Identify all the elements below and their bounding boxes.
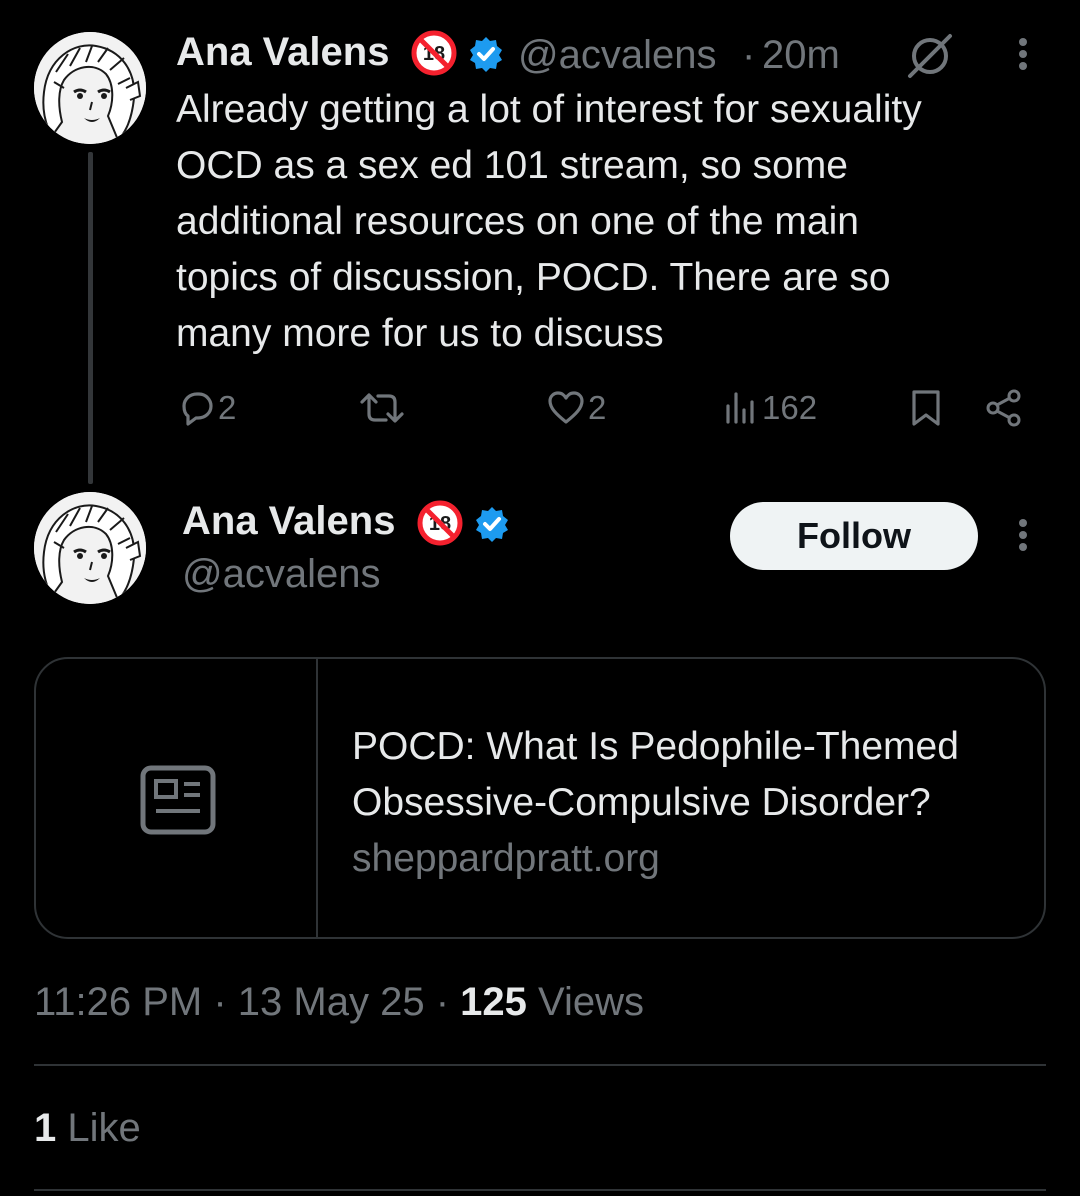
grok-icon[interactable] — [904, 30, 956, 87]
avatar[interactable] — [34, 32, 146, 144]
separator-dot: · — [202, 980, 238, 1024]
like-icon — [546, 388, 586, 428]
views-count: 162 — [762, 389, 818, 426]
avatar[interactable] — [34, 492, 146, 604]
article-icon — [140, 765, 216, 840]
author-name[interactable]: Ana Valens — [176, 30, 389, 75]
reply-icon — [176, 388, 216, 428]
bookmark-button[interactable] — [906, 388, 946, 428]
likes-summary[interactable]: 1 Like — [34, 1106, 141, 1151]
card-divider — [316, 659, 318, 937]
card-domain: sheppardpratt.org — [352, 837, 660, 880]
reply-count: 2 — [218, 389, 237, 426]
verified-icon — [467, 35, 505, 73]
share-icon — [984, 388, 1024, 428]
divider — [34, 1189, 1046, 1191]
no-under-18-icon: 18 — [417, 500, 463, 546]
retweet-icon — [358, 388, 406, 428]
bookmark-icon — [906, 388, 946, 428]
more-icon[interactable] — [1016, 36, 1030, 81]
retweet-button[interactable] — [358, 388, 406, 428]
more-icon[interactable] — [1016, 517, 1030, 562]
separator-dot: · — [742, 33, 756, 77]
views-icon — [722, 388, 762, 428]
tweet-date[interactable]: 13 May 25 — [238, 980, 425, 1024]
like-count: 2 — [588, 389, 607, 426]
verified-icon — [473, 505, 511, 543]
likes-label: Like — [56, 1106, 141, 1150]
like-button[interactable]: 2 — [546, 388, 606, 428]
time-ago[interactable]: 20m — [762, 33, 840, 78]
card-title: POCD: What Is Pedophile-Themed Obsessive… — [352, 725, 959, 824]
tweet-meta: 11:26 PM · 13 May 25 · 125 Views — [34, 980, 644, 1025]
follow-button[interactable]: Follow — [730, 502, 978, 570]
author-handle[interactable]: @acvalens — [182, 552, 380, 597]
author-name[interactable]: Ana Valens — [182, 499, 395, 544]
author-handle[interactable]: @acvalens — [518, 33, 716, 78]
reply-button[interactable]: 2 — [176, 388, 236, 428]
share-button[interactable] — [984, 388, 1024, 428]
separator-dot: · — [424, 980, 461, 1024]
divider — [34, 1064, 1046, 1066]
views-count: 125 — [460, 980, 527, 1024]
tweet-text: Already getting a lot of interest for se… — [176, 88, 922, 355]
no-under-18-icon: 18 — [411, 30, 457, 76]
link-card[interactable]: POCD: What Is Pedophile-Themed Obsessive… — [34, 657, 1046, 939]
views-button[interactable]: 162 — [722, 388, 817, 428]
tweet-time[interactable]: 11:26 PM — [34, 980, 202, 1024]
likes-count: 1 — [34, 1106, 57, 1150]
views-label: Views — [526, 980, 644, 1024]
thread-connector — [88, 152, 93, 484]
